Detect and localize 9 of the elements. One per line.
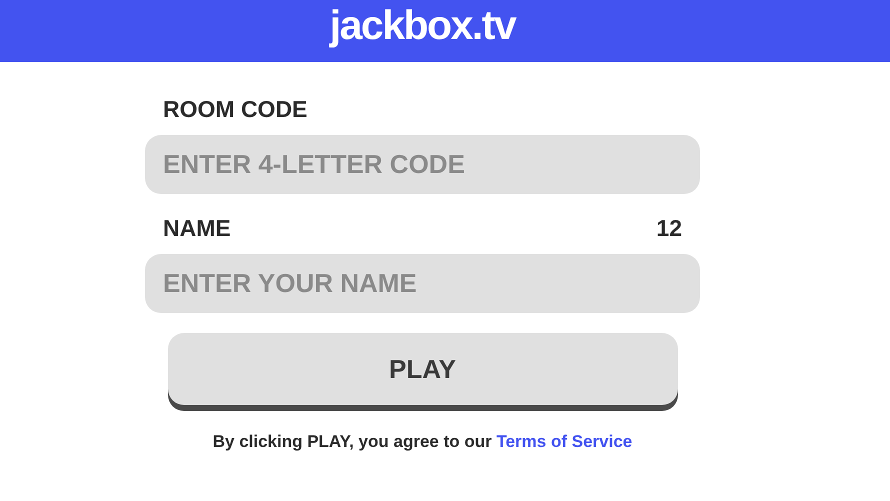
input-field[interactable]: ENTER YOUR NAME — [145, 254, 700, 313]
character-counter: 12 — [656, 214, 682, 242]
terms-link[interactable]: Terms of Service — [496, 432, 632, 451]
play-button[interactable]: PLAY — [168, 333, 678, 405]
input-field[interactable]: ENTER 4-LETTER CODE — [145, 135, 700, 194]
field-label: ROOM CODE — [163, 96, 308, 122]
terms-note: By clicking PLAY, you agree to our Terms of Service — [212, 432, 634, 452]
jackbox-logo: jackbox.tv — [330, 2, 516, 48]
field-label: NAME — [163, 214, 231, 242]
